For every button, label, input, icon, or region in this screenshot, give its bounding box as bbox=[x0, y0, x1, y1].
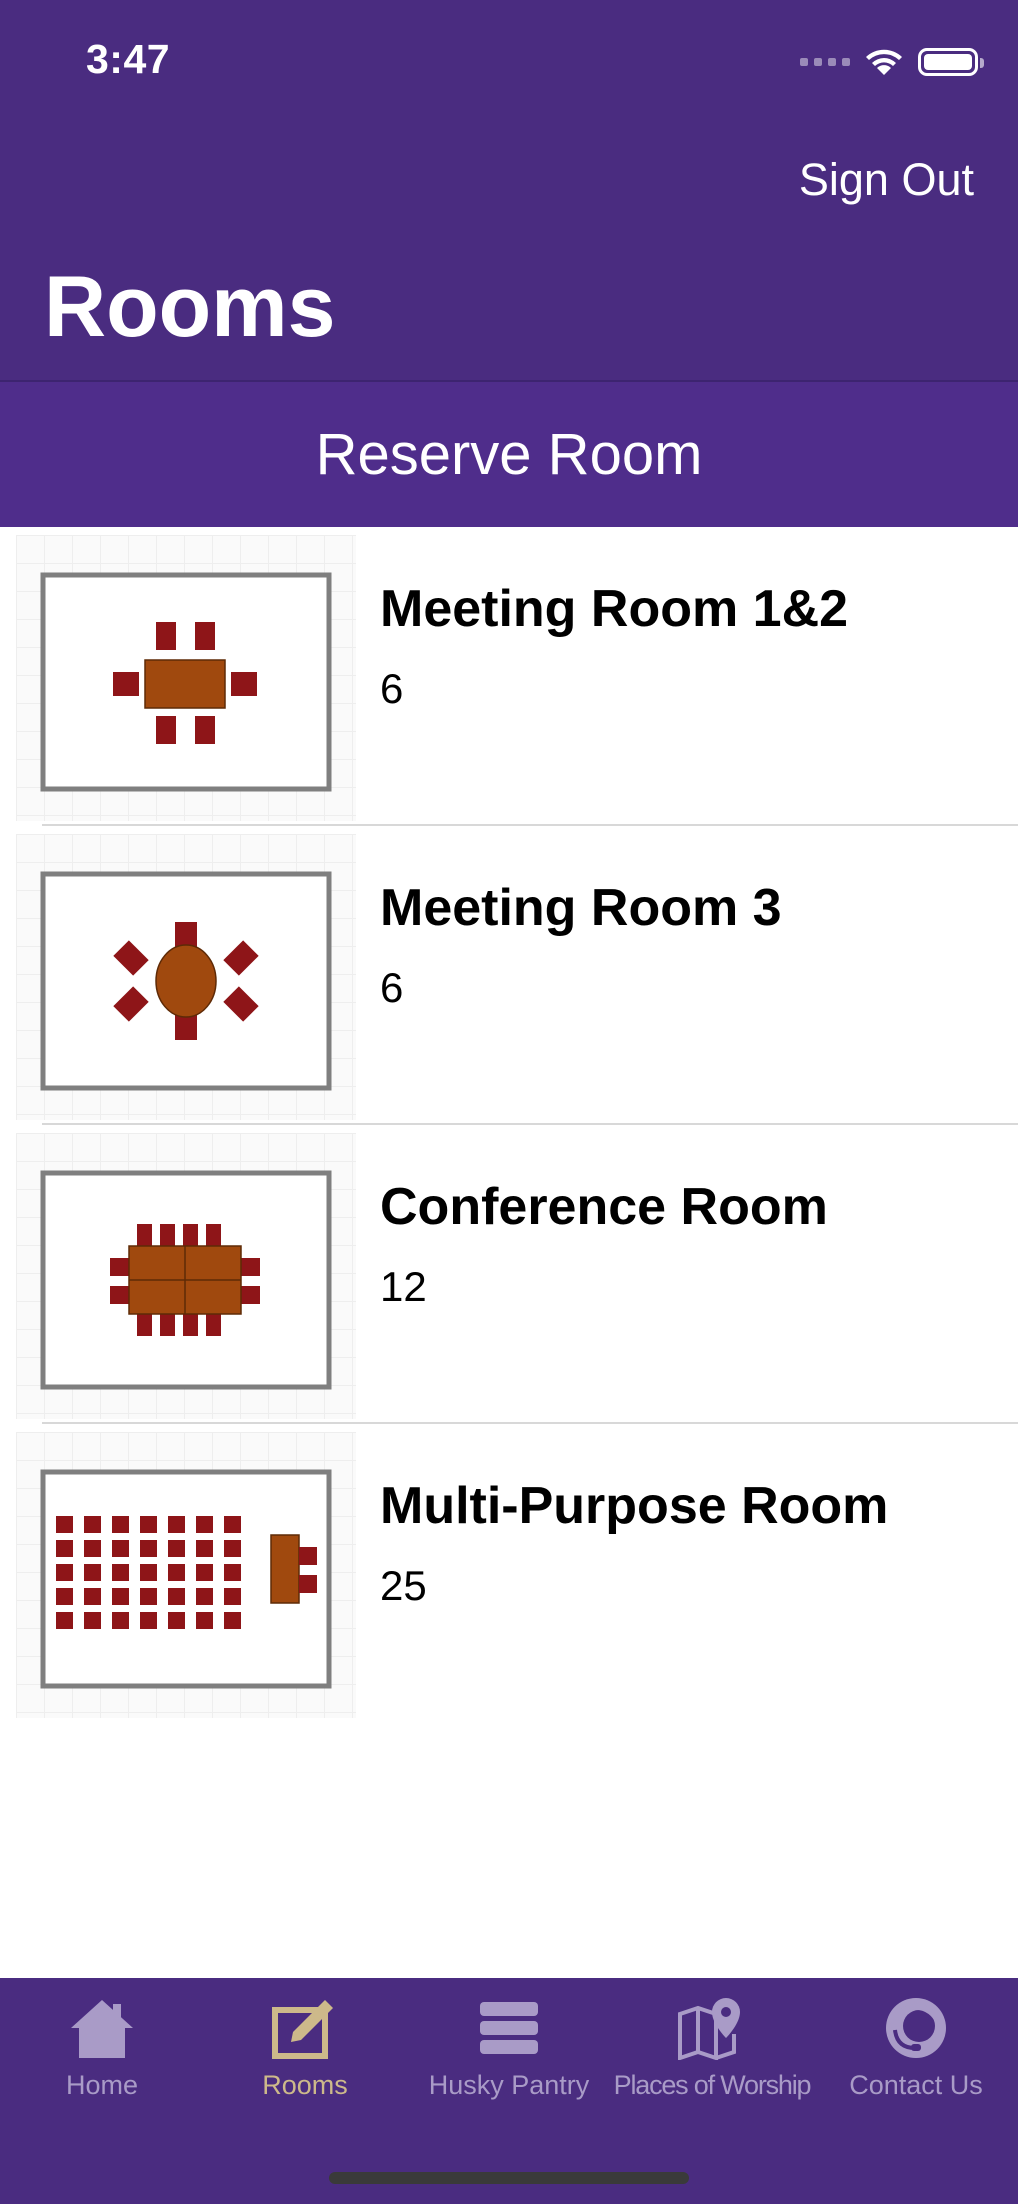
seat bbox=[112, 1516, 129, 1533]
room-capacity: 12 bbox=[380, 1263, 427, 1310]
seat bbox=[168, 1516, 185, 1533]
cellular-signal-icon bbox=[800, 58, 850, 66]
room-layout-thumbnail bbox=[16, 535, 356, 821]
room-name: Meeting Room 3 bbox=[380, 879, 782, 937]
seat bbox=[196, 1564, 213, 1581]
seat bbox=[56, 1516, 73, 1533]
seat bbox=[84, 1588, 101, 1605]
room-name: Conference Room bbox=[380, 1178, 828, 1236]
seat bbox=[224, 1516, 241, 1533]
seat bbox=[196, 1540, 213, 1557]
room-capacity: 6 bbox=[380, 964, 404, 1011]
room-name: Multi-Purpose Room bbox=[380, 1477, 889, 1535]
battery-icon bbox=[918, 48, 984, 76]
room-layout-thumbnail bbox=[16, 834, 356, 1120]
status-indicators bbox=[800, 44, 984, 80]
stack-icon bbox=[480, 2002, 538, 2054]
seat bbox=[56, 1612, 73, 1629]
rooms-list: Meeting Room 1&2 6 Meeting Room 3 6 Conf… bbox=[0, 527, 1018, 1723]
tab-places-of-worship[interactable]: Places of Worship bbox=[610, 1996, 814, 2116]
seat bbox=[224, 1564, 241, 1581]
seat bbox=[112, 1540, 129, 1557]
seat bbox=[224, 1540, 241, 1557]
wifi-icon bbox=[866, 49, 902, 75]
page-title: Rooms bbox=[44, 259, 336, 355]
tab-label: Home bbox=[65, 2070, 139, 2100]
room-row-meeting-room-3[interactable]: Meeting Room 3 6 bbox=[0, 826, 1018, 1125]
seat bbox=[140, 1588, 157, 1605]
room-capacity: 6 bbox=[380, 665, 404, 712]
seat bbox=[84, 1564, 101, 1581]
room-row-conference-room[interactable]: Conference Room 12 bbox=[0, 1125, 1018, 1424]
seat bbox=[168, 1564, 185, 1581]
tab-contact-us[interactable]: Contact Us bbox=[814, 1996, 1018, 2116]
room-layout-thumbnail bbox=[16, 1133, 356, 1419]
seat bbox=[168, 1612, 185, 1629]
seat bbox=[196, 1588, 213, 1605]
seat bbox=[140, 1612, 157, 1629]
tab-label: Rooms bbox=[262, 2070, 348, 2100]
headset-icon bbox=[886, 1998, 946, 2058]
seat bbox=[168, 1588, 185, 1605]
nav-header: 3:47 Sign Out Rooms bbox=[0, 0, 1018, 380]
room-row-multi-purpose-room[interactable]: Multi-Purpose Room 25 bbox=[0, 1424, 1018, 1723]
seat bbox=[168, 1540, 185, 1557]
room-row-meeting-room-1-2[interactable]: Meeting Room 1&2 6 bbox=[0, 527, 1018, 826]
status-time: 3:47 bbox=[86, 36, 171, 82]
tab-bar: Home Rooms Husky Pantry Places of Worshi… bbox=[0, 1978, 1018, 2204]
room-name: Meeting Room 1&2 bbox=[380, 580, 849, 638]
seat bbox=[224, 1612, 241, 1629]
seat bbox=[112, 1588, 129, 1605]
seat bbox=[196, 1516, 213, 1533]
tab-label: Husky Pantry bbox=[428, 2070, 590, 2100]
seat bbox=[112, 1612, 129, 1629]
seat bbox=[56, 1564, 73, 1581]
tab-label: Contact Us bbox=[849, 2070, 983, 2100]
home-icon bbox=[71, 2000, 133, 2058]
seat bbox=[196, 1612, 213, 1629]
sign-out-button[interactable]: Sign Out bbox=[799, 154, 974, 206]
seat bbox=[140, 1516, 157, 1533]
room-capacity: 25 bbox=[380, 1562, 427, 1609]
tab-rooms[interactable]: Rooms bbox=[203, 1996, 407, 2116]
reserve-room-button[interactable]: Reserve Room bbox=[0, 382, 1018, 527]
home-indicator bbox=[329, 2172, 689, 2184]
seat bbox=[84, 1540, 101, 1557]
seat bbox=[84, 1612, 101, 1629]
seat bbox=[56, 1540, 73, 1557]
seat bbox=[140, 1564, 157, 1581]
seat bbox=[112, 1564, 129, 1581]
tab-home[interactable]: Home bbox=[0, 1996, 204, 2116]
seat bbox=[56, 1588, 73, 1605]
room-layout-thumbnail bbox=[16, 1432, 356, 1718]
edit-icon bbox=[272, 2000, 333, 2059]
tab-husky-pantry[interactable]: Husky Pantry bbox=[407, 1996, 611, 2116]
seat bbox=[224, 1588, 241, 1605]
seat bbox=[140, 1540, 157, 1557]
map-pin-icon bbox=[678, 1998, 740, 2060]
seat bbox=[84, 1516, 101, 1533]
tab-label: Places of Worship bbox=[613, 2070, 812, 2100]
